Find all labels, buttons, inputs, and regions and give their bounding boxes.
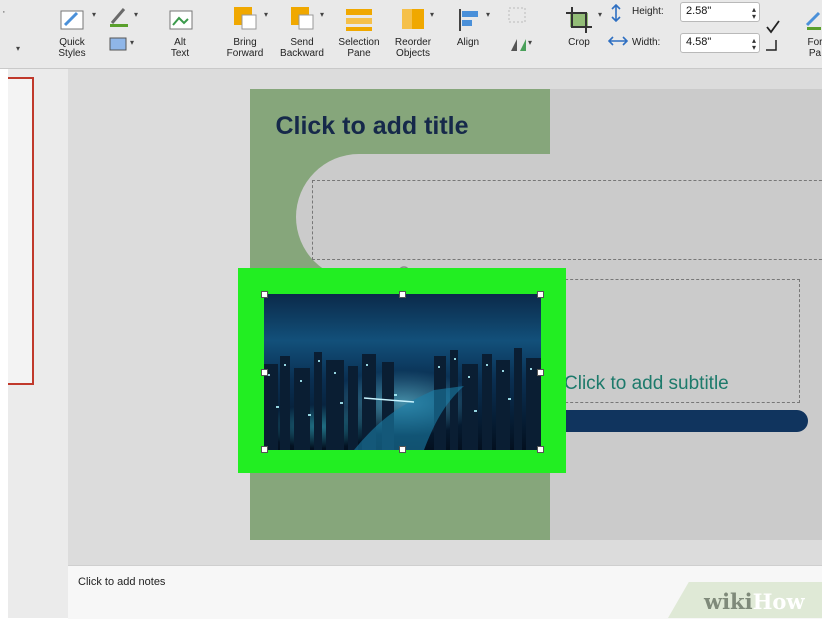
quick-styles-label: Quick Styles (58, 37, 86, 59)
wikihow-watermark: wikiHow (704, 589, 805, 614)
selection-pane-icon (346, 9, 372, 31)
resize-handle-top-right[interactable] (537, 291, 544, 298)
alt-text-button[interactable]: Alt Text (160, 0, 200, 68)
format-pane-icon (805, 11, 821, 30)
watermark-wiki: wiki (704, 589, 753, 614)
size-bracket-icon (766, 40, 777, 51)
selection-pane-button[interactable]: Selection Pane (332, 0, 386, 68)
crop-button[interactable]: Crop (558, 0, 600, 68)
notes-placeholder[interactable]: Click to add notes (78, 576, 165, 588)
chevron-down-icon[interactable]: ▾ (320, 10, 324, 19)
title-placeholder-text[interactable]: Click to add title (142, 112, 602, 141)
height-label: Height: (632, 6, 664, 17)
resize-handle-right[interactable] (537, 369, 544, 376)
resize-handle-bottom-right[interactable] (537, 446, 544, 453)
bring-forward-label: Bring Forward (226, 37, 264, 59)
resize-handle-bottom[interactable] (399, 446, 406, 453)
width-label: Width: (632, 37, 661, 48)
picture-effects-icon (109, 37, 127, 51)
crop-icon (566, 7, 592, 33)
chevron-down-icon[interactable]: ▾ (528, 38, 532, 47)
chevron-down-icon[interactable]: ▾ (430, 10, 434, 19)
height-icon (611, 4, 621, 22)
format-pane-label: For Pa (807, 37, 822, 59)
title-placeholder-box[interactable] (312, 180, 822, 260)
format-pane-button[interactable]: For Pa (800, 0, 822, 68)
chevron-down-icon[interactable]: ▾ (134, 10, 138, 19)
subtitle-placeholder-text[interactable]: Click to add subtitle (564, 373, 729, 395)
city-night-picture[interactable] (264, 294, 541, 450)
chevron-down-icon[interactable]: ▾ (486, 10, 490, 19)
picture-effects-button[interactable] (104, 32, 134, 62)
width-stepper[interactable]: ▴ ▾ (752, 37, 756, 52)
align-label: Align (456, 37, 480, 48)
overflow-dot: · (2, 6, 6, 18)
send-backward-icon (291, 7, 314, 30)
slide-thumbnail-selected[interactable] (8, 77, 34, 385)
resize-handle-left[interactable] (261, 369, 268, 376)
picture-border-icon (110, 8, 128, 27)
resize-handle-bottom-left[interactable] (261, 446, 268, 453)
chevron-down-icon[interactable]: ▾ (264, 10, 268, 19)
chevron-down-icon[interactable]: ▾ (16, 44, 20, 53)
align-icon (459, 9, 478, 31)
chevron-down-icon[interactable]: ▾ (598, 10, 602, 19)
alt-text-icon (169, 10, 193, 30)
alt-text-label: Alt Text (170, 37, 190, 59)
resize-handle-top[interactable] (399, 291, 406, 298)
quick-styles-button[interactable]: Quick Styles (50, 0, 94, 68)
slide-accent-bar (550, 410, 808, 432)
rotate-button[interactable] (504, 32, 534, 62)
height-field[interactable]: 2.58" (680, 2, 760, 22)
watermark-how: How (752, 589, 805, 614)
chevron-down-icon[interactable]: ▾ (130, 38, 134, 47)
lock-aspect-checkbox[interactable] (764, 18, 782, 36)
align-button[interactable]: Align (446, 0, 490, 68)
send-backward-label: Send Backward (280, 37, 324, 59)
width-icon (608, 36, 628, 46)
group-icon (508, 7, 526, 23)
ribbon: · ▾ Quick Styles ▾ ▾ ▾ Alt Text Bring Fo… (0, 0, 822, 69)
resize-handle-top-left[interactable] (261, 291, 268, 298)
chevron-down-icon[interactable]: ▾ (92, 10, 96, 19)
height-stepper[interactable]: ▴ ▾ (752, 6, 756, 21)
quick-styles-icon (60, 10, 84, 30)
crop-label: Crop (568, 37, 590, 48)
reorder-objects-label: Reorder Objects (394, 37, 432, 59)
reorder-objects-icon (402, 9, 424, 29)
bring-forward-icon (234, 7, 257, 30)
selection-pane-label: Selection Pane (338, 37, 380, 59)
width-field[interactable]: 4.58" (680, 33, 760, 53)
bring-forward-button[interactable]: Bring Forward (220, 0, 270, 68)
city-skyline-image (264, 348, 541, 450)
